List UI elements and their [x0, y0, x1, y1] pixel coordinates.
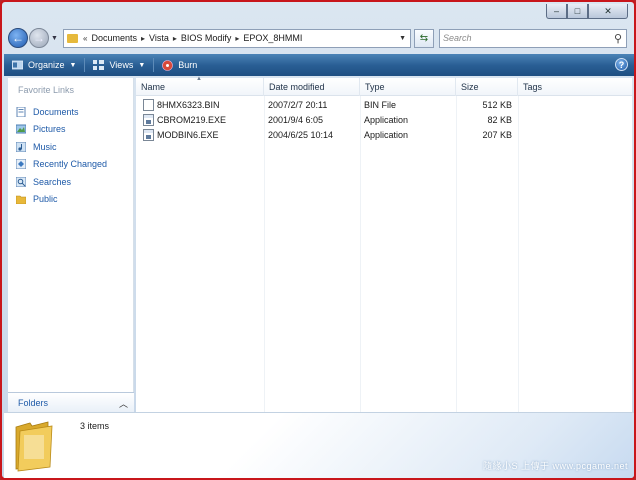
table-row[interactable]: CBROM219.EXE 2001/9/4 6:05 Application 8… [136, 112, 632, 127]
column-divider [264, 96, 265, 412]
navigation-bar: ← → ▼ « Documents ▸ Vista ▸ BIOS Modify … [8, 26, 632, 50]
file-size: 82 KB [487, 114, 512, 125]
table-row[interactable]: MODBIN6.EXE 2004/6/25 10:14 Application … [136, 127, 632, 142]
burn-disc-icon [162, 59, 174, 71]
column-divider [518, 96, 519, 412]
column-type[interactable]: Type [360, 78, 456, 96]
favorite-links-heading: Favorite Links [18, 85, 75, 95]
breadcrumb-separator[interactable]: ▸ [141, 34, 145, 43]
forward-button[interactable]: → [29, 28, 49, 48]
refresh-button[interactable]: ⇆ [414, 28, 434, 48]
organize-icon [12, 60, 23, 70]
breadcrumb-epox[interactable]: EPOX_8HMMI [243, 33, 302, 43]
file-name: CBROM219.EXE [157, 114, 227, 125]
column-divider [456, 96, 457, 412]
back-arrow-icon: ← [12, 31, 24, 45]
watermark-text: 隨緣小S 上傳于 www.pcgame.net [482, 461, 628, 471]
file-icon [143, 98, 154, 111]
chevron-up-icon: ︿ [118, 399, 128, 409]
sidebar-item-recently-changed[interactable]: Recently Changed [16, 156, 107, 174]
file-date: 2007/2/7 20:11 [268, 99, 328, 110]
forward-arrow-icon: → [33, 31, 45, 45]
public-folder-icon [16, 194, 26, 205]
burn-button[interactable]: Burn [162, 59, 197, 71]
file-name: 8HMX6323.BIN [157, 99, 220, 110]
chevron-down-icon: ▼ [69, 61, 77, 69]
help-button[interactable]: ? [615, 58, 628, 71]
recent-pages-dropdown[interactable]: ▼ [51, 35, 59, 42]
file-type: Application [364, 129, 409, 140]
file-size: 207 KB [482, 129, 512, 140]
column-divider [360, 96, 361, 412]
organize-button[interactable]: Organize ▼ [12, 60, 76, 70]
table-row[interactable]: 8HMX6323.BIN 2007/2/7 20:11 BIN File 512… [136, 97, 632, 112]
music-icon [16, 141, 26, 152]
exe-icon [143, 128, 154, 141]
documents-icon [16, 106, 26, 117]
breadcrumb-separator[interactable]: ▸ [235, 34, 239, 43]
views-icon [93, 60, 105, 70]
file-type: BIN File [364, 99, 397, 110]
recent-icon [16, 159, 26, 170]
toolbar-divider [153, 58, 155, 72]
column-name[interactable]: Name ▲ [136, 76, 264, 96]
breadcrumb-separator[interactable]: ▸ [173, 34, 177, 43]
sidebar-item-pictures[interactable]: Pictures [16, 121, 107, 139]
exe-icon [143, 113, 154, 126]
details-pane: 3 items 隨緣小S 上傳于 www.pcgame.net [4, 412, 634, 478]
folder-icon [67, 33, 78, 43]
toolbar-divider [84, 58, 86, 72]
breadcrumb-documents[interactable]: Documents [91, 33, 137, 43]
search-input[interactable]: Search ⚲ [439, 28, 627, 48]
file-name: MODBIN6.EXE [157, 129, 219, 140]
close-button[interactable]: ✕ [588, 4, 628, 19]
explorer-window: – □ ✕ ← → ▼ « Documents ▸ Vista ▸ BIOS M… [0, 0, 636, 480]
sidebar-item-music[interactable]: Music [16, 138, 107, 156]
file-date: 2001/9/4 6:05 [268, 114, 324, 125]
searches-icon [16, 176, 26, 187]
sidebar-item-documents[interactable]: Documents [16, 103, 107, 121]
search-placeholder: Search [443, 33, 472, 43]
navigation-pane: Favorite Links Documents Pictures Music … [8, 78, 134, 412]
column-size[interactable]: Size [456, 78, 518, 96]
sidebar-item-public[interactable]: Public [16, 191, 107, 209]
column-date-modified[interactable]: Date modified [264, 78, 360, 96]
chevron-down-icon: ▼ [138, 61, 146, 69]
minimize-button[interactable]: – [546, 4, 567, 19]
refresh-icon: ⇆ [419, 32, 429, 44]
maximize-button[interactable]: □ [567, 4, 588, 19]
sidebar-item-searches[interactable]: Searches [16, 173, 107, 191]
breadcrumb-bios-modify[interactable]: BIOS Modify [181, 33, 232, 43]
breadcrumb-vista[interactable]: Vista [149, 33, 169, 43]
pictures-icon [16, 124, 26, 134]
caption-buttons: – □ ✕ [546, 4, 628, 19]
file-date: 2004/6/25 10:14 [268, 129, 334, 140]
file-size: 512 KB [482, 99, 512, 110]
back-button[interactable]: ← [8, 28, 28, 48]
address-bar[interactable]: « Documents ▸ Vista ▸ BIOS Modify ▸ EPOX… [63, 28, 411, 48]
address-dropdown-icon[interactable]: ▼ [399, 35, 406, 42]
column-headers: Name ▲ Date modified Type Size Tags [136, 76, 632, 96]
items-count: 3 items [80, 421, 110, 431]
sort-ascending-icon: ▲ [196, 76, 202, 82]
views-button[interactable]: Views ▼ [93, 60, 145, 70]
folder-large-icon [15, 421, 53, 472]
column-tags[interactable]: Tags [518, 78, 632, 96]
file-type: Application [364, 114, 409, 125]
folders-toggle[interactable]: Folders ︿ [8, 392, 134, 412]
search-icon[interactable]: ⚲ [614, 32, 622, 45]
breadcrumb-overflow[interactable]: « [83, 34, 87, 43]
favorite-links-list: Documents Pictures Music Recently Change… [16, 103, 107, 208]
file-list: Name ▲ Date modified Type Size Tags 8HMX… [136, 76, 632, 412]
help-icon: ? [618, 59, 625, 70]
command-bar: Organize ▼ Views ▼ Burn ? [4, 54, 634, 76]
